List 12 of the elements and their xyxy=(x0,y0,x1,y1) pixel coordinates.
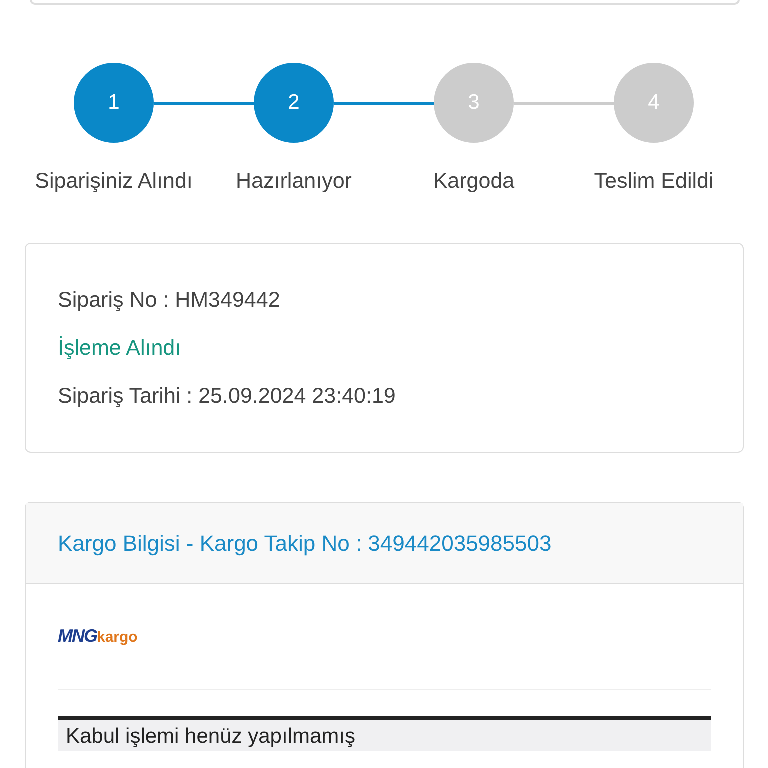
carrier-logo: MNGkargo xyxy=(58,625,138,648)
step-label: Kargoda xyxy=(433,168,515,195)
order-status: İşleme Alındı xyxy=(58,335,182,362)
order-date: Sipariş Tarihi : 25.09.2024 23:40:19 xyxy=(58,383,397,410)
step-label: Hazırlanıyor xyxy=(236,168,352,195)
order-number: Sipariş No : HM349442 xyxy=(58,287,282,314)
step-circle: 1 xyxy=(74,63,154,143)
step-label: Teslim Edildi xyxy=(594,168,714,195)
shipping-title: Kargo Bilgisi - Kargo Takip No : 349442035985503 xyxy=(58,530,552,558)
step-label: Siparişiniz Alındı xyxy=(35,168,193,195)
tracking-message: Kabul işlemi henüz yapılmamış xyxy=(58,716,711,752)
step-circle: 2 xyxy=(254,63,334,143)
